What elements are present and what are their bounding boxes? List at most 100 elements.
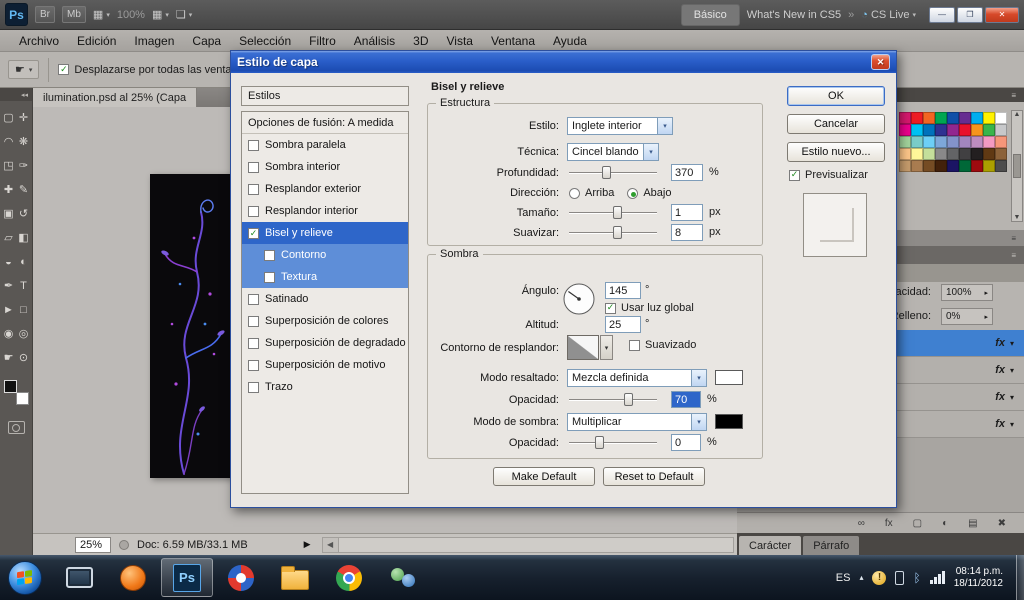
style-checkbox[interactable]: [248, 162, 259, 173]
color-swatch[interactable]: [995, 136, 1007, 148]
direccion-arriba-radio[interactable]: [569, 188, 580, 199]
chevron-down-icon[interactable]: ▾: [643, 144, 658, 160]
photoshop-logo[interactable]: Ps: [5, 3, 28, 26]
show-desktop-button[interactable]: [1016, 555, 1024, 600]
modo-resaltado-select[interactable]: Mezcla definida▾: [567, 369, 707, 387]
layer-style-item[interactable]: Contorno: [242, 244, 408, 266]
color-swatch[interactable]: [959, 124, 971, 136]
dialog-titlebar[interactable]: Estilo de capa ✕: [231, 51, 896, 73]
zoom-field[interactable]: 25%: [75, 537, 111, 553]
color-swatch[interactable]: [947, 112, 959, 124]
color-swatch[interactable]: [947, 148, 959, 160]
color-swatch[interactable]: [923, 148, 935, 160]
opacidad-resaltado-slider[interactable]: [569, 392, 657, 407]
suavizado-checkbox[interactable]: [629, 340, 640, 351]
layer-style-item[interactable]: Textura: [242, 266, 408, 288]
menu-item[interactable]: Imagen: [125, 31, 183, 51]
color-swatch[interactable]: [959, 112, 971, 124]
taskbar-app-button[interactable]: [269, 558, 321, 597]
status-flyout-icon[interactable]: ▶: [304, 539, 311, 550]
contour-picker-arrow[interactable]: ▾: [600, 335, 613, 360]
opacidad-resaltado-input[interactable]: 70: [671, 391, 701, 408]
shadow-color-swatch[interactable]: [715, 414, 743, 429]
color-swatch[interactable]: [899, 136, 911, 148]
menu-item[interactable]: Selección: [230, 31, 300, 51]
layer-style-item[interactable]: Satinado: [242, 288, 408, 310]
layer-fx-badge[interactable]: fx: [995, 391, 1005, 403]
minimize-button[interactable]: —: [929, 7, 955, 23]
color-swatch[interactable]: [995, 124, 1007, 136]
layer-mask-icon[interactable]: ▢: [913, 518, 922, 529]
color-swatch[interactable]: [995, 148, 1007, 160]
panel-tab[interactable]: Párrafo: [803, 536, 859, 555]
suavizar-input[interactable]: 8: [671, 224, 703, 241]
color-swatch[interactable]: [983, 160, 995, 172]
style-checkbox[interactable]: [264, 272, 275, 283]
color-swatch[interactable]: [971, 136, 983, 148]
bridge-button[interactable]: Br: [35, 6, 55, 23]
color-swatch[interactable]: [911, 136, 923, 148]
color-swatch[interactable]: [911, 148, 923, 160]
taskbar-app-button[interactable]: [323, 558, 375, 597]
blur-tool[interactable]: ◒: [1, 253, 16, 270]
restore-button[interactable]: ❐: [957, 7, 983, 23]
menu-item[interactable]: 3D: [404, 31, 437, 51]
make-default-button[interactable]: Make Default: [493, 467, 595, 486]
layer-style-item[interactable]: Sombra paralela: [242, 134, 408, 156]
color-swatch[interactable]: [923, 136, 935, 148]
menu-item[interactable]: Ayuda: [544, 31, 596, 51]
menu-item[interactable]: Vista: [438, 31, 482, 51]
layer-fx-badge[interactable]: fx: [995, 337, 1005, 349]
layer-style-item[interactable]: Resplandor interior: [242, 200, 408, 222]
menu-item[interactable]: Capa: [183, 31, 230, 51]
network-signal-icon[interactable]: [930, 571, 945, 584]
style-checkbox[interactable]: [248, 140, 259, 151]
background-color-chip[interactable]: [16, 392, 29, 405]
delete-layer-icon[interactable]: ✖: [998, 518, 1006, 529]
reset-default-button[interactable]: Reset to Default: [603, 467, 705, 486]
menu-item[interactable]: Filtro: [300, 31, 345, 51]
scroll-up-icon[interactable]: ▲: [1014, 111, 1021, 118]
clone-stamp-tool[interactable]: ▣: [1, 205, 16, 222]
brush-tool[interactable]: ✎: [16, 181, 31, 198]
canvas-image[interactable]: [150, 174, 233, 478]
whats-new-link[interactable]: What's New in CS5: [747, 9, 841, 21]
collapse-tools-icon[interactable]: ◂◂: [0, 88, 32, 101]
close-button[interactable]: ✕: [985, 7, 1019, 23]
cancel-button[interactable]: Cancelar: [787, 114, 885, 134]
tecnica-select[interactable]: Cincel blando▾: [567, 143, 659, 161]
contour-thumbnail[interactable]: [567, 335, 599, 360]
document-tab[interactable]: ilumination.psd al 25% (Capa: [33, 88, 197, 107]
panel-menu-icon[interactable]: ≡: [1011, 91, 1016, 100]
language-indicator[interactable]: ES: [836, 572, 851, 584]
ok-button[interactable]: OK: [787, 86, 885, 106]
crop-tool[interactable]: ◳: [1, 157, 16, 174]
style-checkbox[interactable]: [248, 184, 259, 195]
color-swatch[interactable]: [971, 112, 983, 124]
color-swatch[interactable]: [947, 124, 959, 136]
layer-style-item[interactable]: Superposición de degradado: [242, 332, 408, 354]
chevron-down-icon[interactable]: ▾: [691, 370, 706, 386]
modo-sombra-select[interactable]: Multiplicar▾: [567, 413, 707, 431]
color-swatch[interactable]: [983, 148, 995, 160]
scroll-down-icon[interactable]: ▼: [1014, 214, 1021, 221]
opacidad-sombra-input[interactable]: 0: [671, 434, 701, 451]
layer-style-item[interactable]: Trazo: [242, 376, 408, 398]
color-swatch[interactable]: [995, 112, 1007, 124]
style-checkbox[interactable]: [248, 338, 259, 349]
color-swatch[interactable]: [899, 148, 911, 160]
cs-live-button[interactable]: ◔CS Live▾: [861, 9, 916, 21]
taskbar-app-button[interactable]: [53, 558, 105, 597]
color-swatch[interactable]: [935, 112, 947, 124]
color-swatch[interactable]: [899, 112, 911, 124]
layer-style-icon[interactable]: fx: [885, 518, 893, 529]
taskbar-app-button[interactable]: [377, 558, 429, 597]
highlight-color-swatch[interactable]: [715, 370, 743, 385]
color-swatch[interactable]: [935, 124, 947, 136]
color-swatch[interactable]: [911, 124, 923, 136]
rectangular-marquee-tool[interactable]: ▢: [1, 109, 16, 126]
adjustment-layer-icon[interactable]: ◐: [942, 518, 948, 529]
color-swatch[interactable]: [935, 148, 947, 160]
color-swatch[interactable]: [983, 124, 995, 136]
color-swatch[interactable]: [971, 124, 983, 136]
